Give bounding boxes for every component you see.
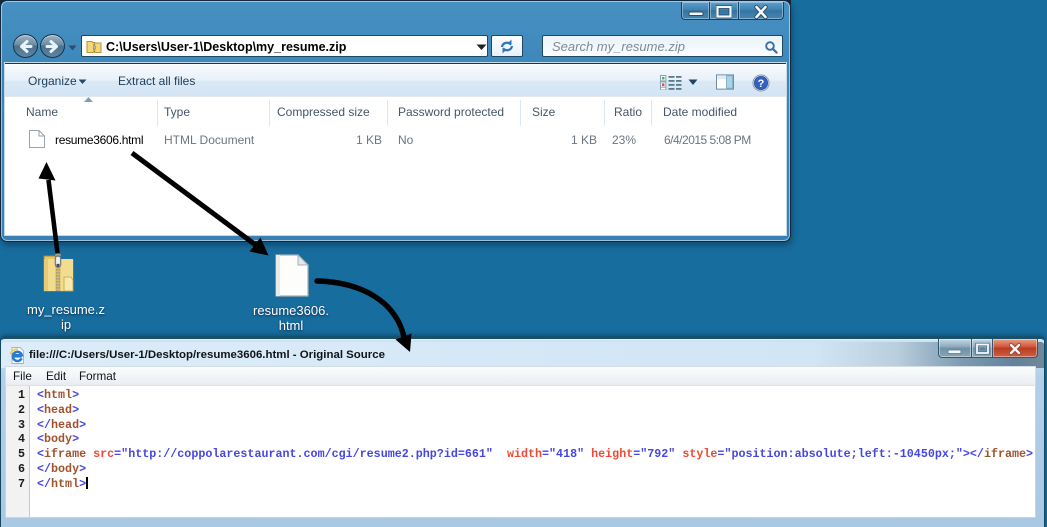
svg-text:?: ?: [758, 78, 765, 90]
